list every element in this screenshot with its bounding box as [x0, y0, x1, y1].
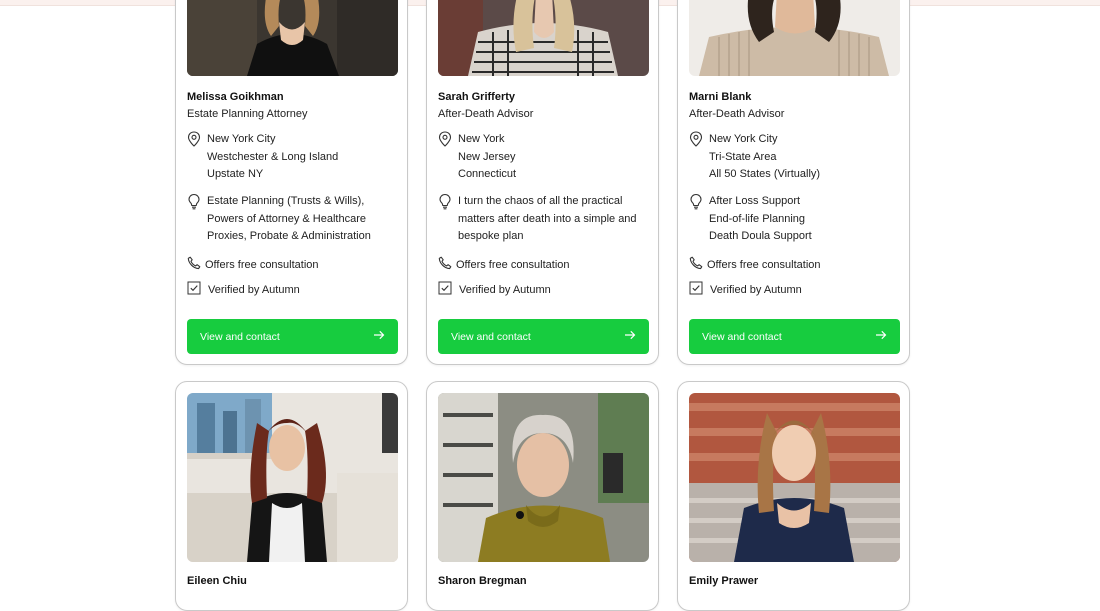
lightbulb-icon — [438, 193, 458, 246]
verified-row: Verified by Autumn — [187, 281, 300, 298]
specialty-line: Proxies, Probate & Administration — [207, 230, 371, 243]
consultation-row: Offers free consultation — [187, 256, 319, 273]
location-line: New Jersey — [458, 150, 516, 163]
location-line: Tri-State Area — [709, 150, 777, 163]
advisor-card: Eileen Chiu — [175, 381, 408, 611]
specialty-line: bespoke plan — [458, 230, 524, 243]
location-line: New York City — [709, 133, 778, 145]
location-line: Upstate NY — [207, 168, 264, 181]
view-and-contact-button[interactable]: View and contact — [438, 319, 649, 354]
specialty-line: End-of-life Planning — [709, 212, 806, 225]
advisor-card: Melissa Goikhman Estate Planning Attorne… — [175, 0, 408, 365]
location-line: All 50 States (Virtually) — [709, 168, 821, 181]
advisor-card: Sharon Bregman — [426, 381, 659, 611]
button-label: View and contact — [702, 330, 782, 343]
advisor-card: Emily Prawer — [677, 381, 910, 611]
specialty-line: Estate Planning (Trusts & Wills), — [207, 195, 365, 207]
specialty-line: After Loss Support — [709, 195, 801, 207]
phone-icon — [689, 256, 707, 273]
specialty-row: I turn the chaos of all the practical ma… — [438, 193, 650, 246]
verified-row: Verified by Autumn — [438, 281, 551, 298]
view-and-contact-button[interactable]: View and contact — [689, 319, 900, 354]
verified-row: Verified by Autumn — [689, 281, 802, 298]
specialty-line: Powers of Attorney & Healthcare — [207, 212, 366, 225]
advisor-role: After-Death Advisor — [438, 108, 534, 120]
advisor-name[interactable]: Emily Prawer — [689, 575, 758, 587]
advisor-role: After-Death Advisor — [689, 108, 785, 120]
advisor-name[interactable]: Eileen Chiu — [187, 575, 247, 587]
advisor-card: Marni Blank After-Death Advisor New York… — [677, 0, 910, 365]
advisor-name[interactable]: Sharon Bregman — [438, 575, 527, 587]
location-pin-icon — [187, 131, 207, 184]
advisor-photo[interactable] — [187, 393, 398, 562]
view-and-contact-button[interactable]: View and contact — [187, 319, 398, 354]
consultation-text: Offers free consultation — [205, 258, 319, 271]
checkbox-check-icon — [187, 281, 208, 298]
location-row: New York City Westchester & Long Island … — [187, 131, 399, 184]
location-pin-icon — [689, 131, 709, 184]
specialty-line: Death Doula Support — [709, 230, 812, 243]
lightbulb-icon — [187, 193, 207, 246]
advisor-name[interactable]: Sarah Grifferty — [438, 91, 515, 103]
specialty-line: matters after death into a simple and — [458, 212, 637, 225]
verified-text: Verified by Autumn — [208, 283, 300, 296]
arrow-right-icon — [875, 330, 887, 343]
consultation-text: Offers free consultation — [456, 258, 570, 271]
specialty-line: I turn the chaos of all the practical — [458, 195, 623, 207]
consultation-row: Offers free consultation — [689, 256, 821, 273]
advisor-photo[interactable] — [689, 393, 900, 562]
button-label: View and contact — [451, 330, 531, 343]
advisor-role: Estate Planning Attorney — [187, 108, 308, 120]
consultation-row: Offers free consultation — [438, 256, 570, 273]
location-line: New York City — [207, 133, 276, 145]
arrow-right-icon — [624, 330, 636, 343]
location-row: New York City Tri-State Area All 50 Stat… — [689, 131, 901, 184]
advisor-photo[interactable] — [689, 0, 900, 76]
advisor-photo[interactable] — [187, 0, 398, 76]
specialty-row: After Loss Support End-of-life Planning … — [689, 193, 901, 246]
advisor-photo[interactable] — [438, 0, 649, 76]
verified-text: Verified by Autumn — [710, 283, 802, 296]
verified-text: Verified by Autumn — [459, 283, 551, 296]
location-row: New York New Jersey Connecticut — [438, 131, 650, 184]
button-label: View and contact — [200, 330, 280, 343]
location-line: Westchester & Long Island — [207, 150, 339, 163]
lightbulb-icon — [689, 193, 709, 246]
checkbox-check-icon — [438, 281, 459, 298]
phone-icon — [438, 256, 456, 273]
checkbox-check-icon — [689, 281, 710, 298]
arrow-right-icon — [373, 330, 385, 343]
phone-icon — [187, 256, 205, 273]
location-line: New York — [458, 133, 505, 145]
consultation-text: Offers free consultation — [707, 258, 821, 271]
advisor-name[interactable]: Melissa Goikhman — [187, 91, 284, 103]
location-pin-icon — [438, 131, 458, 184]
specialty-row: Estate Planning (Trusts & Wills), Powers… — [187, 193, 399, 246]
advisor-card: Sarah Grifferty After-Death Advisor New … — [426, 0, 659, 365]
advisor-photo[interactable] — [438, 393, 649, 562]
advisor-name[interactable]: Marni Blank — [689, 91, 751, 103]
location-line: Connecticut — [458, 168, 517, 181]
